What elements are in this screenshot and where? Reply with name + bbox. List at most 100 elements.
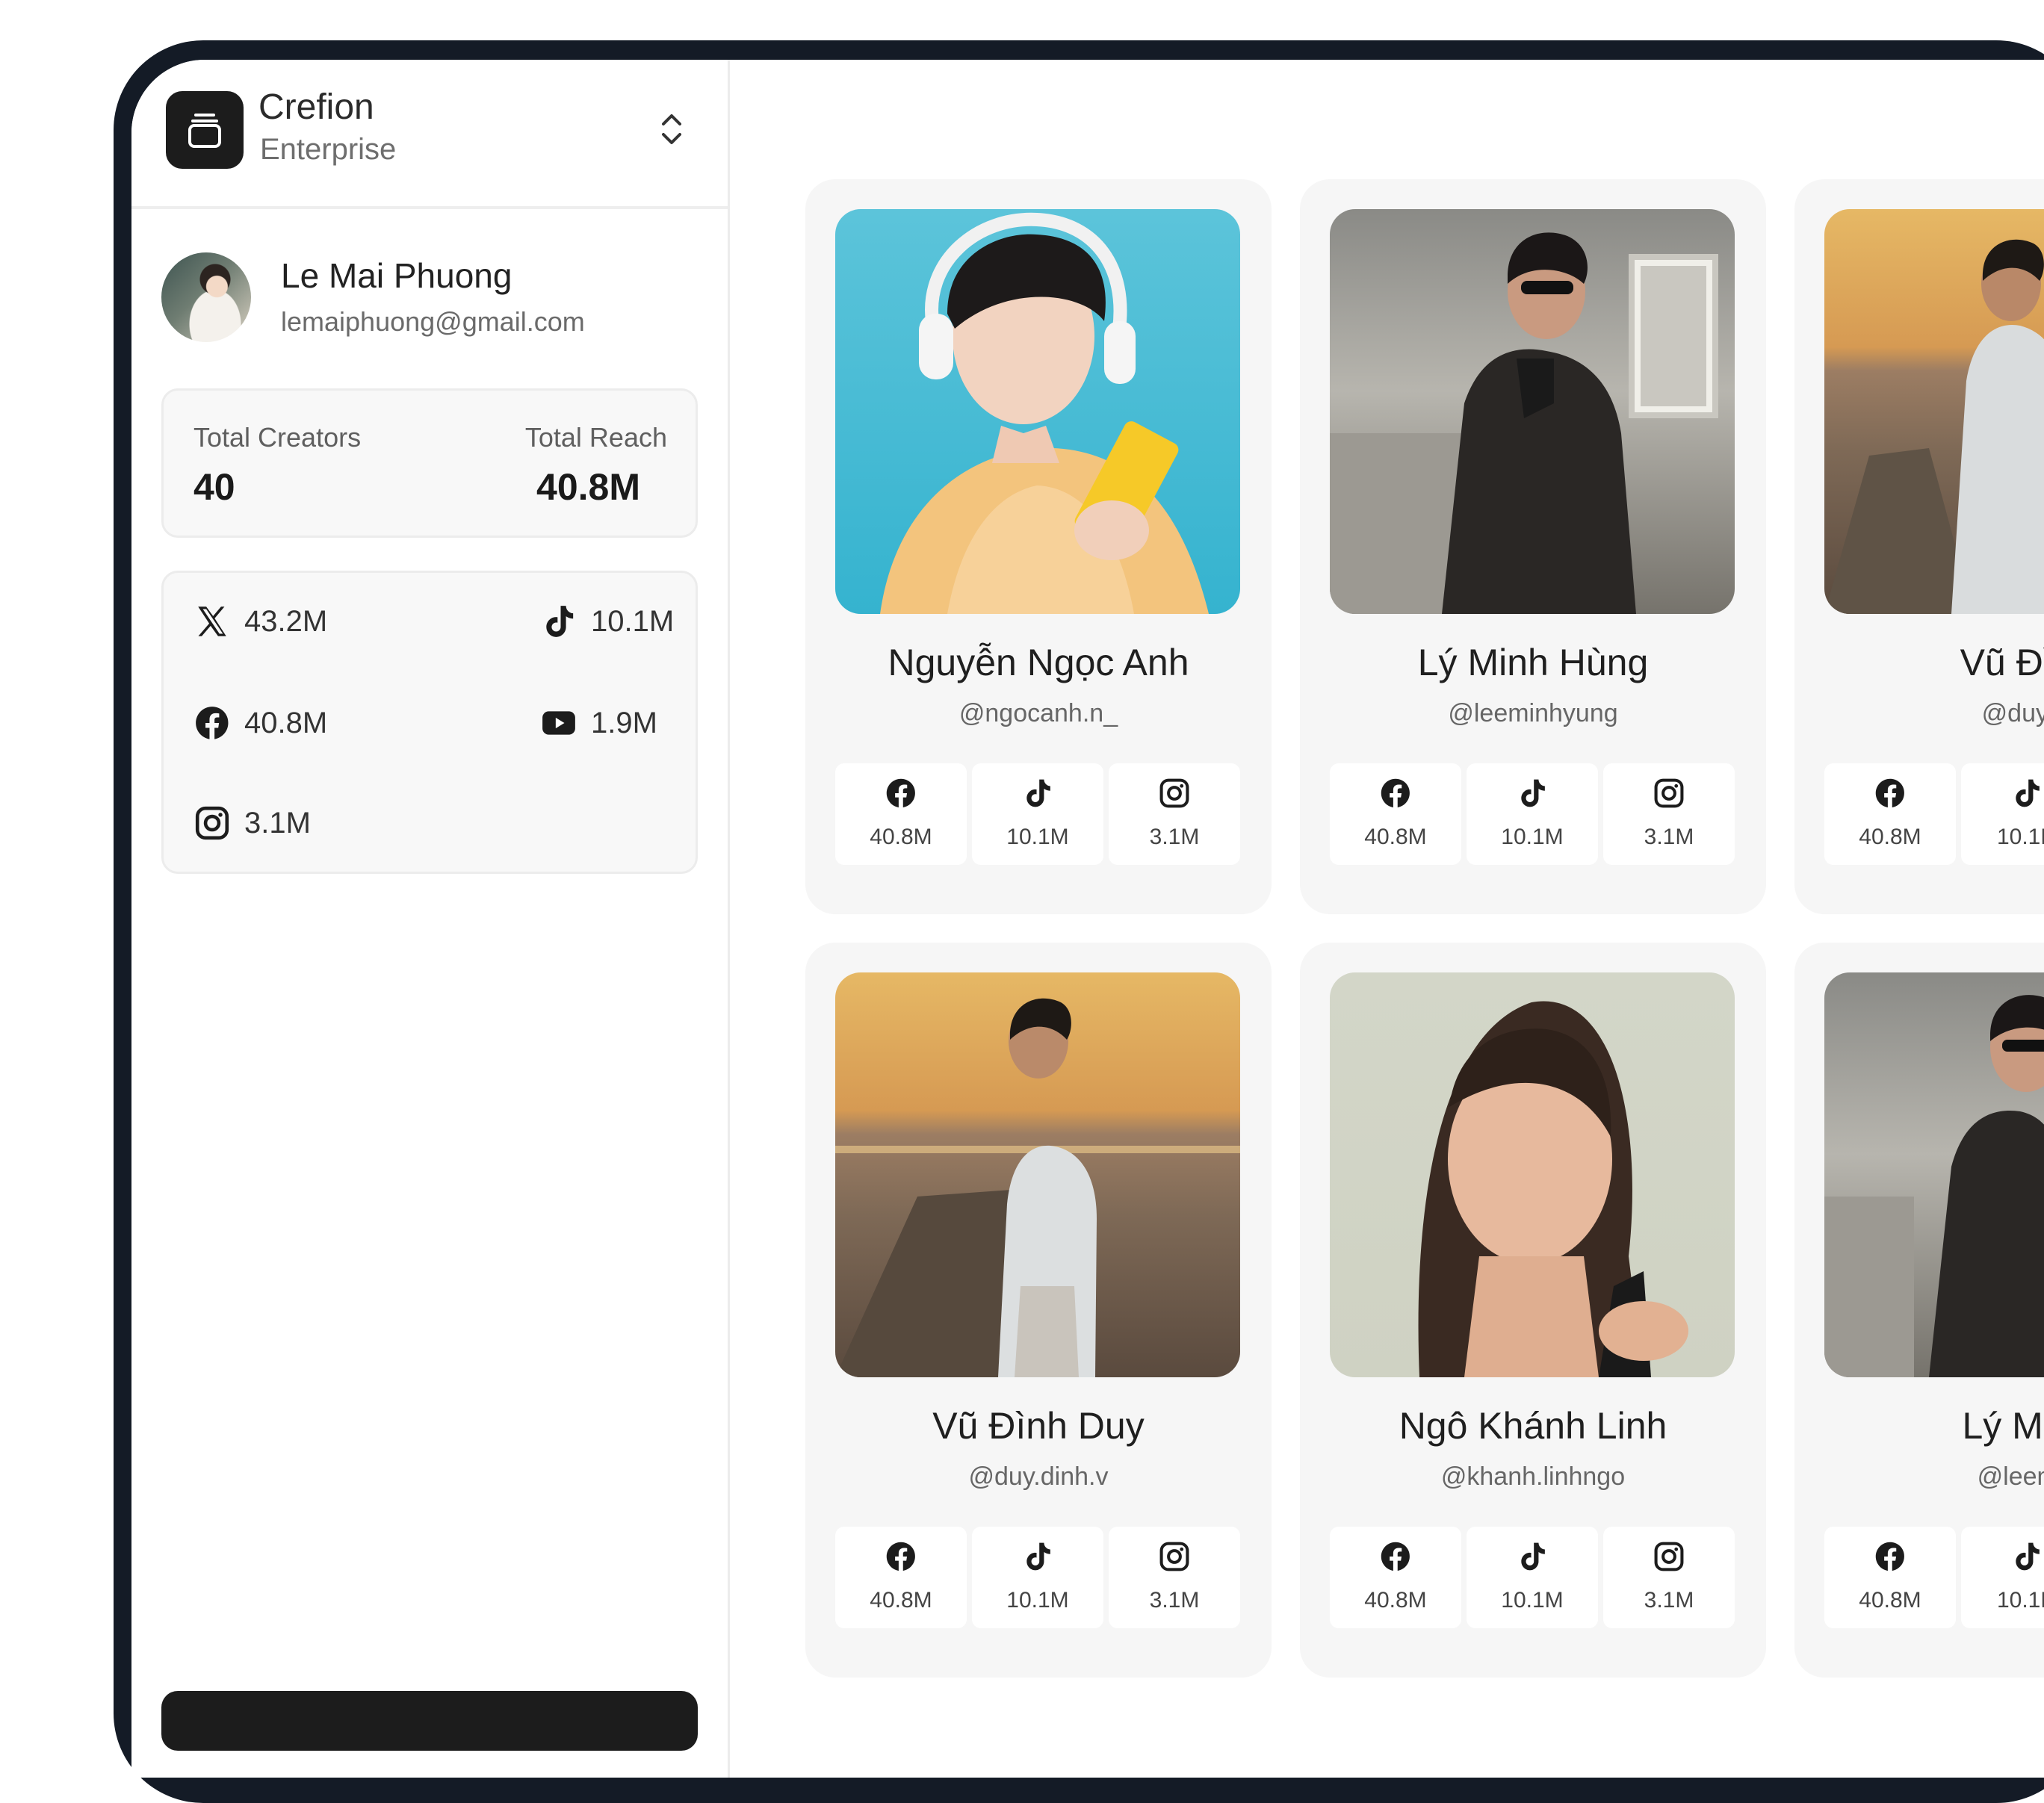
workspace-name: Crefion (258, 87, 374, 127)
tiktok-stat: 10.1N (1961, 763, 2044, 865)
instagram-icon (1158, 1540, 1191, 1573)
creator-name: Nguyễn Ngọc Anh (888, 642, 1189, 683)
instagram-icon (1653, 777, 1685, 810)
platform-instagram: 3.1M (193, 804, 311, 842)
tiktok-icon (1516, 1540, 1549, 1573)
instagram-stat-value: 3.1M (1149, 1588, 1200, 1613)
facebook-icon (1874, 1540, 1907, 1573)
creator-card[interactable]: Lý Minh Hùng @leeminhyung 40.8M 10.1M 3.… (1300, 179, 1766, 914)
instagram-stat-value: 3.1M (1149, 825, 1200, 849)
chevron-up-down-icon[interactable] (659, 111, 684, 152)
creator-card[interactable]: Vũ Đình @duy.di 40.8M 10.1N (1794, 179, 2044, 914)
workspace-switcher[interactable]: Crefion Enterprise (131, 60, 728, 209)
tiktok-icon (2010, 777, 2043, 810)
creator-photo (835, 209, 1240, 614)
creator-name: Lý Minh (1962, 1405, 2044, 1447)
tiktok-icon (540, 603, 577, 640)
creator-name: Ngô Khánh Linh (1399, 1405, 1667, 1447)
tiktok-stat: 10.1M (972, 763, 1103, 865)
creator-name: Vũ Đình (1960, 642, 2044, 683)
creator-handle: @ngocanh.n_ (958, 699, 1118, 727)
facebook-stat-value: 40.8M (1859, 1588, 1921, 1613)
facebook-stat: 40.8M (1330, 1527, 1461, 1628)
creator-stats: 40.8M 10.1M 3.1M (835, 1527, 1240, 1628)
facebook-stat: 40.8M (1824, 1527, 1956, 1628)
creator-card[interactable]: Nguyễn Ngọc Anh @ngocanh.n_ 40.8M 10.1M … (805, 179, 1272, 914)
platform-tiktok: 10.1M (540, 603, 674, 640)
creator-name: Lý Minh Hùng (1417, 642, 1649, 683)
facebook-icon (1379, 777, 1412, 810)
creator-stats: 40.8M 10.1M 3.1M (1330, 1527, 1735, 1628)
facebook-icon (193, 704, 231, 742)
platform-tiktok-value: 10.1M (591, 604, 675, 638)
total-creators-value: 40 (193, 466, 235, 508)
creator-stats: 40.8M 10.1N (1824, 1527, 2044, 1628)
tiktok-stat-value: 10.1M (1501, 825, 1564, 849)
platform-facebook-value: 40.8M (244, 706, 328, 739)
creator-stats: 40.8M 10.1M 3.1M (1330, 763, 1735, 865)
facebook-icon (1379, 1540, 1412, 1573)
creator-name: Vũ Đình Duy (932, 1405, 1145, 1447)
creator-card[interactable]: Lý Minh @leemin 40.8M 10.1N (1794, 943, 2044, 1678)
facebook-stat-value: 40.8M (870, 825, 932, 849)
total-creators-label: Total Creators (193, 422, 362, 453)
platform-x: 43.2M (193, 603, 327, 640)
facebook-icon (885, 777, 917, 810)
platform-x-value: 43.2M (244, 604, 328, 638)
instagram-stat: 3.1M (1109, 1527, 1240, 1628)
platform-reach-card: 43.2M 10.1M 40.8M 1.9M 3.1M (161, 571, 698, 874)
workspace-plan: Enterprise (260, 133, 397, 166)
platform-instagram-value: 3.1M (244, 806, 311, 840)
creator-photo (1330, 209, 1735, 614)
creator-photo (1824, 209, 2044, 614)
platform-facebook: 40.8M (193, 704, 327, 742)
avatar[interactable] (161, 252, 251, 342)
instagram-icon (1158, 777, 1191, 810)
creator-handle: @duy.di (1981, 699, 2044, 727)
totals-card: Total Creators 40 Total Reach 40.8M (161, 388, 698, 538)
facebook-stat: 40.8M (835, 763, 967, 865)
facebook-stat: 40.8M (1824, 763, 1956, 865)
user-email: lemaiphuong@gmail.com (281, 306, 585, 337)
creator-handle: @leeminhyung (1448, 699, 1618, 727)
tiktok-stat-value: 10.1N (1996, 825, 2044, 849)
instagram-icon (1653, 1540, 1685, 1573)
total-reach-label: Total Reach (524, 422, 667, 453)
tiktok-stat-value: 10.1M (1006, 1588, 1069, 1613)
total-reach-value: 40.8M (536, 466, 640, 508)
creator-handle: @khanh.linhngo (1440, 1462, 1626, 1491)
instagram-stat: 3.1M (1603, 763, 1735, 865)
creator-photo (835, 972, 1240, 1377)
creator-stats: 40.8M 10.1M 3.1M (835, 763, 1240, 865)
stack-icon (166, 91, 244, 169)
creator-card[interactable]: Ngô Khánh Linh @khanh.linhngo 40.8M 10.1… (1300, 943, 1766, 1678)
x-logo-icon (193, 603, 231, 640)
tiktok-stat: 10.1M (1467, 1527, 1598, 1628)
tiktok-icon (1516, 777, 1549, 810)
tiktok-stat: 10.1M (1467, 763, 1598, 865)
instagram-icon (193, 804, 231, 842)
tiktok-icon (1021, 1540, 1054, 1573)
facebook-stat: 40.8M (1330, 763, 1461, 865)
creator-card[interactable]: Vũ Đình Duy @duy.dinh.v 40.8M 10.1M 3.1M (805, 943, 1272, 1678)
facebook-icon (885, 1540, 917, 1573)
sidebar-bottom-button[interactable] (161, 1691, 698, 1751)
tiktok-stat-value: 10.1M (1006, 825, 1069, 849)
user-name: Le Mai Phuong (281, 256, 512, 295)
facebook-stat: 40.8M (835, 1527, 967, 1628)
creator-stats: 40.8M 10.1N (1824, 763, 2044, 865)
tiktok-icon (2010, 1540, 2043, 1573)
tiktok-stat-value: 10.1M (1501, 1588, 1564, 1613)
facebook-stat-value: 40.8M (1859, 825, 1921, 849)
instagram-stat-value: 3.1M (1644, 825, 1694, 849)
facebook-icon (1874, 777, 1907, 810)
tiktok-stat: 10.1N (1961, 1527, 2044, 1628)
tiktok-stat-value: 10.1N (1996, 1588, 2044, 1613)
facebook-stat-value: 40.8M (870, 1588, 932, 1613)
creator-handle: @leemin (1977, 1462, 2044, 1491)
instagram-stat: 3.1M (1603, 1527, 1735, 1628)
platform-youtube-value: 1.9M (591, 706, 657, 739)
facebook-stat-value: 40.8M (1364, 825, 1427, 849)
creator-photo (1330, 972, 1735, 1377)
creator-handle: @duy.dinh.v (968, 1462, 1109, 1491)
